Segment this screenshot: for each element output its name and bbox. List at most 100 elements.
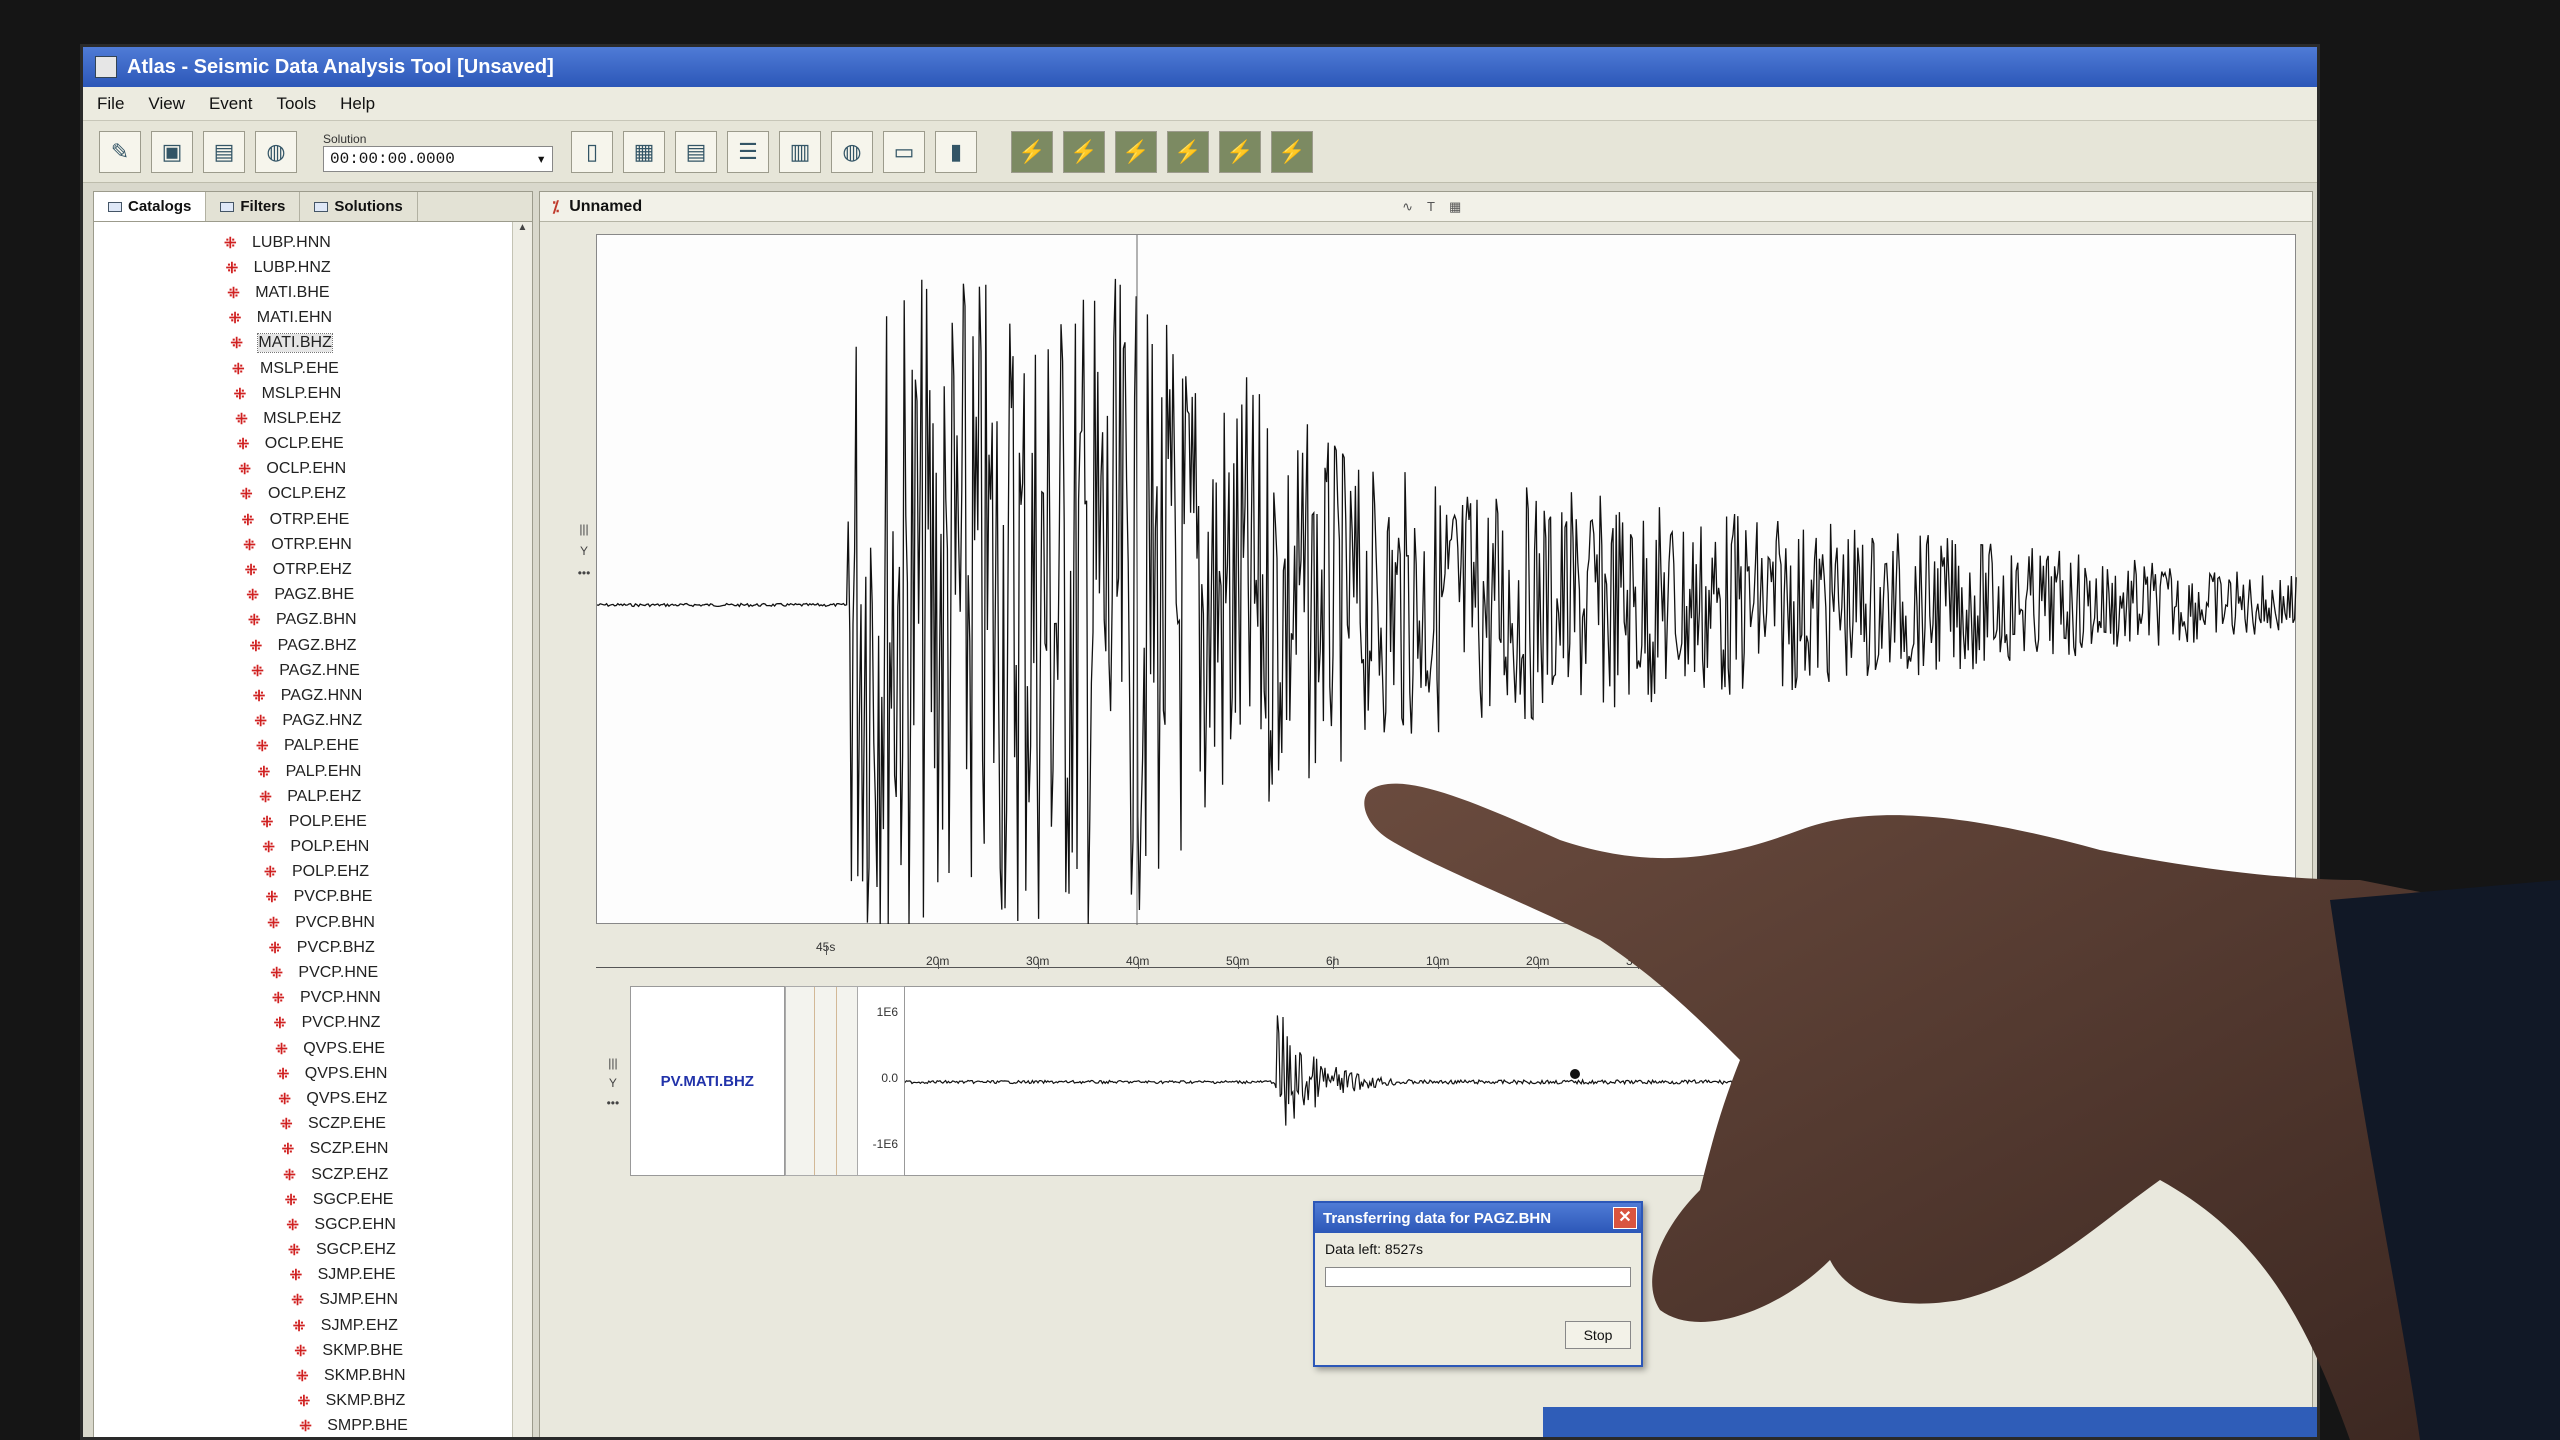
station-item[interactable]: ⁜ SGCP.EHE [224,1187,512,1212]
trace-icon-2[interactable]: ⚡ [1063,130,1105,173]
list-icon[interactable]: ☰ [727,130,769,173]
trace-y-button[interactable]: Y [574,544,594,558]
station-item[interactable]: ⁜ OCLP.EHE [224,432,512,457]
station-item[interactable]: ⁜ SCZP.EHZ [224,1162,512,1187]
station-label: SJMP.EHZ [320,1316,398,1334]
station-item[interactable]: ⁜ POLP.EHE [224,809,512,834]
station-item[interactable]: ⁜ PVCP.HNE [224,960,512,985]
filter-icon[interactable]: ▦ [623,130,665,173]
scroll-up-icon[interactable]: ▲ [513,222,532,240]
station-item[interactable]: ⁜ PVCP.HNN [224,986,512,1011]
menu-tools[interactable]: Tools [276,94,316,114]
new-event-icon[interactable]: ✎ [99,130,141,173]
trace-more-button[interactable]: ••• [574,566,594,580]
station-label: OCLP.EHZ [268,485,346,503]
solution-selector: Solution 00:00:00.0000 ▾ [323,132,553,172]
menu-event[interactable]: Event [209,94,252,114]
save-icon[interactable]: ▣ [151,130,193,173]
station-item[interactable]: ⁜ PAGZ.HNN [224,683,512,708]
station-item[interactable]: ⁜ SKMP.BHE [224,1338,512,1363]
station-item[interactable]: ⁜ OCLP.EHN [224,457,512,482]
station-item[interactable]: ⁜ PVCP.HNZ [224,1011,512,1036]
station-item[interactable]: ⁜ PAGZ.BHZ [224,633,512,658]
station-item[interactable]: ⁜ PALP.EHE [224,734,512,759]
menu-view[interactable]: View [148,94,185,114]
overview-more-button[interactable]: ••• [607,1096,620,1110]
trash-icon[interactable]: ▮ [935,130,977,173]
station-item[interactable]: ⁜ PVCP.BHN [224,910,512,935]
globe-icon[interactable]: ◍ [831,130,873,173]
station-item[interactable]: ⁜ SCZP.EHN [224,1137,512,1162]
menu-help[interactable]: Help [340,94,375,114]
table-icon[interactable]: ▤ [675,130,717,173]
station-item[interactable]: ⁜ PALP.EHZ [224,784,512,809]
station-item[interactable]: ⁜ LUBP.HNN [224,230,512,255]
station-item[interactable]: ⁜ OCLP.EHZ [224,482,512,507]
time-toggle-icon[interactable]: T [1427,199,1435,215]
overview-y-button[interactable]: Y [609,1076,617,1090]
station-item[interactable]: ⁜ SKMP.BHZ [224,1389,512,1414]
window-titlebar: Atlas - Seismic Data Analysis Tool [Unsa… [83,47,2317,87]
app-icon [95,56,117,78]
station-label: PVCP.HNZ [301,1014,381,1032]
solution-dropdown[interactable]: 00:00:00.0000 ▾ [323,145,553,172]
station-item[interactable]: ⁜ MSLP.EHN [224,381,512,406]
document-tab[interactable]: ⁒ Unnamed ∿ T ▦ [540,192,2312,222]
menu-file[interactable]: File [97,94,124,114]
station-item[interactable]: ⁜ PAGZ.BHN [224,608,512,633]
station-list-scrollbar[interactable]: ▲ [512,222,532,1437]
station-item[interactable]: ⁜ POLP.EHZ [224,860,512,885]
grid-toggle-icon[interactable]: ▦ [1449,199,1461,215]
trace-zoom-button[interactable]: ||| [574,522,594,536]
station-item[interactable]: ⁜ OTRP.EHN [224,532,512,557]
station-item[interactable]: ⁜ SGCP.EHZ [224,1238,512,1263]
trace-icon-5[interactable]: ⚡ [1219,130,1261,173]
notes-icon[interactable]: ▥ [779,130,821,173]
station-item[interactable]: ⁜ PVCP.BHZ [224,935,512,960]
overview-plot[interactable] [904,986,2297,1176]
trace-icon-1[interactable]: ⚡ [1011,130,1053,173]
station-item[interactable]: ⁜ SMPP.BHE [224,1414,512,1437]
station-item[interactable]: ⁜ MATI.BHZ [224,331,512,356]
station-item[interactable]: ⁜ PAGZ.HNE [224,658,512,683]
station-item[interactable]: ⁜ MSLP.EHZ [224,406,512,431]
close-icon[interactable]: ✕ [1613,1207,1637,1229]
overview-zoom-button[interactable]: ||| [608,1056,617,1070]
trace-icon-3[interactable]: ⚡ [1115,130,1157,173]
station-item[interactable]: ⁜ LUBP.HNZ [224,255,512,280]
station-item[interactable]: ⁜ POLP.EHN [224,835,512,860]
amplitude-toggle-icon[interactable]: ∿ [1402,199,1413,215]
station-item[interactable]: ⁜ SGCP.EHN [224,1212,512,1237]
folder-icon[interactable]: ▭ [883,130,925,173]
stop-button[interactable]: Stop [1565,1321,1631,1349]
page-icon[interactable]: ▯ [571,130,613,173]
station-item[interactable]: ⁜ OTRP.EHZ [224,557,512,582]
tab-solutions[interactable]: Solutions [300,192,418,221]
station-item[interactable]: ⁜ PAGZ.BHE [224,583,512,608]
station-item[interactable]: ⁜ QVPS.EHZ [224,1086,512,1111]
open-icon[interactable]: ▤ [203,130,245,173]
station-item[interactable]: ⁜ PVCP.BHE [224,885,512,910]
station-item[interactable]: ⁜ MATI.BHE [224,280,512,305]
tab-filters[interactable]: Filters [206,192,301,221]
station-item[interactable]: ⁜ SKMP.BHN [224,1363,512,1388]
seismogram-plot[interactable] [596,234,2297,925]
trace-icon-6[interactable]: ⚡ [1271,130,1313,173]
overview-channel-label[interactable]: PV.MATI.BHZ [629,986,785,1176]
station-item[interactable]: ⁜ QVPS.EHN [224,1061,512,1086]
station-item[interactable]: ⁜ SJMP.EHE [224,1263,512,1288]
station-label: SGCP.EHE [312,1190,394,1208]
station-item[interactable]: ⁜ PAGZ.HNZ [224,709,512,734]
station-item[interactable]: ⁜ OTRP.EHE [224,507,512,532]
station-item[interactable]: ⁜ QVPS.EHE [224,1036,512,1061]
tab-catalogs[interactable]: Catalogs [94,192,207,221]
station-item[interactable]: ⁜ SJMP.EHZ [224,1313,512,1338]
scale-bottom-label: -1E6 [872,1137,899,1151]
station-item[interactable]: ⁜ SJMP.EHN [224,1288,512,1313]
station-item[interactable]: ⁜ MATI.EHN [224,306,512,331]
globe-icon[interactable]: ◍ [255,130,297,173]
station-item[interactable]: ⁜ SCZP.EHE [224,1112,512,1137]
station-item[interactable]: ⁜ PALP.EHN [224,759,512,784]
trace-icon-4[interactable]: ⚡ [1167,130,1209,173]
station-item[interactable]: ⁜ MSLP.EHE [224,356,512,381]
